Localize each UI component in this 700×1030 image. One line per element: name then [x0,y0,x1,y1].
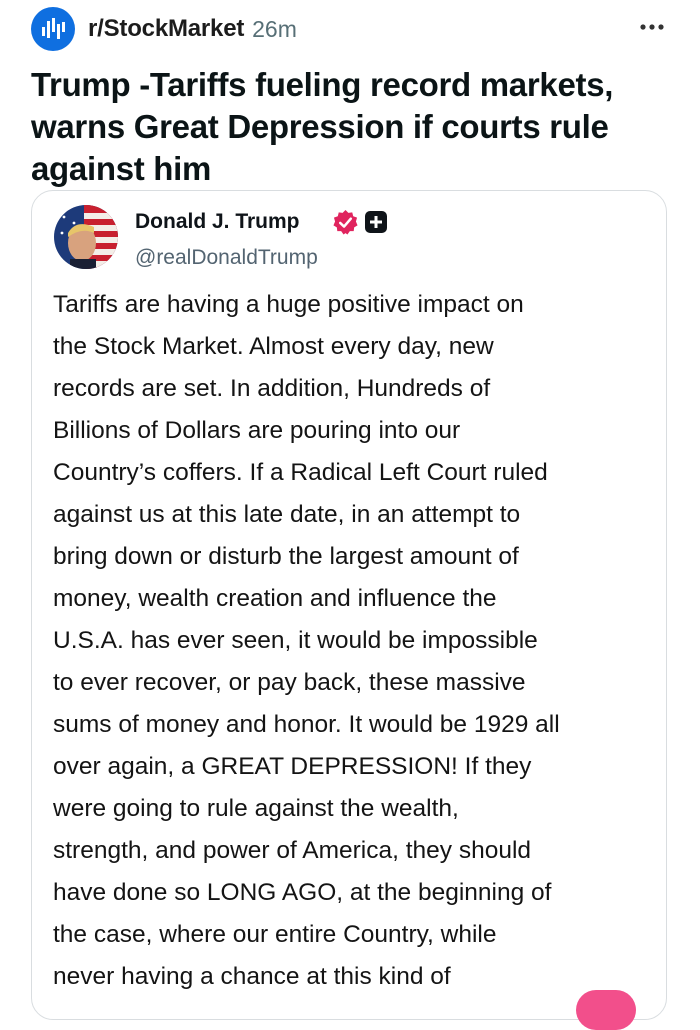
post-title[interactable]: Trump -Tariffs fueling record markets, w… [31,64,681,190]
body-line: records are set. In addition, Hundreds o… [53,375,491,402]
subreddit-avatar[interactable] [31,7,75,51]
body-line: Tariffs are having a huge positive impac… [53,291,524,318]
author-handle[interactable]: @realDonaldTrump [135,246,318,270]
body-line: the case, where our entire Country, whil… [53,921,497,948]
subreddit-name[interactable]: r/StockMarket [88,15,244,43]
post-body-text: Tariffs are having a huge positive impac… [53,284,653,998]
body-line: Billions of Dollars are pouring into our [53,417,461,444]
body-line: strength, and power of America, they sho… [53,837,532,864]
body-line: have done so LONG AGO, at the beginning … [53,879,552,906]
body-line: over again, a GREAT DEPRESSION! If they [53,753,532,780]
body-line: never having a chance at this kind of [53,963,451,990]
body-line: the Stock Market. Almost every day, new [53,333,494,360]
plus-square-icon[interactable] [365,211,387,233]
chart-bars-icon [42,18,65,39]
body-line: Country’s coffers. If a Radical Left Cou… [53,459,548,486]
body-line: money, wealth creation and influence the [53,585,497,612]
body-line: were going to rule against the wealth, [53,795,459,822]
embedded-post-card[interactable]: Donald J. Trump @realDonaldTrump Tariffs… [31,190,667,1020]
body-line: to ever recover, or pay back, these mass… [53,669,526,696]
body-line: U.S.A. has ever seen, it would be imposs… [53,627,538,654]
author-avatar[interactable] [54,205,118,269]
more-options-button[interactable] [637,12,667,42]
author-row: Donald J. Trump @realDonaldTrump [54,205,634,271]
body-line: against us at this late date, in an atte… [53,501,521,528]
author-name[interactable]: Donald J. Trump [135,210,300,234]
body-line: sums of money and honor. It would be 192… [53,711,560,738]
post-header: r/StockMarket 26m [31,6,671,52]
verified-badge-icon [333,209,358,235]
ellipsis-icon [640,24,664,30]
body-line: bring down or disturb the largest amount… [53,543,519,570]
post-timestamp: 26m [252,15,297,42]
floating-action-button[interactable] [576,990,636,1030]
